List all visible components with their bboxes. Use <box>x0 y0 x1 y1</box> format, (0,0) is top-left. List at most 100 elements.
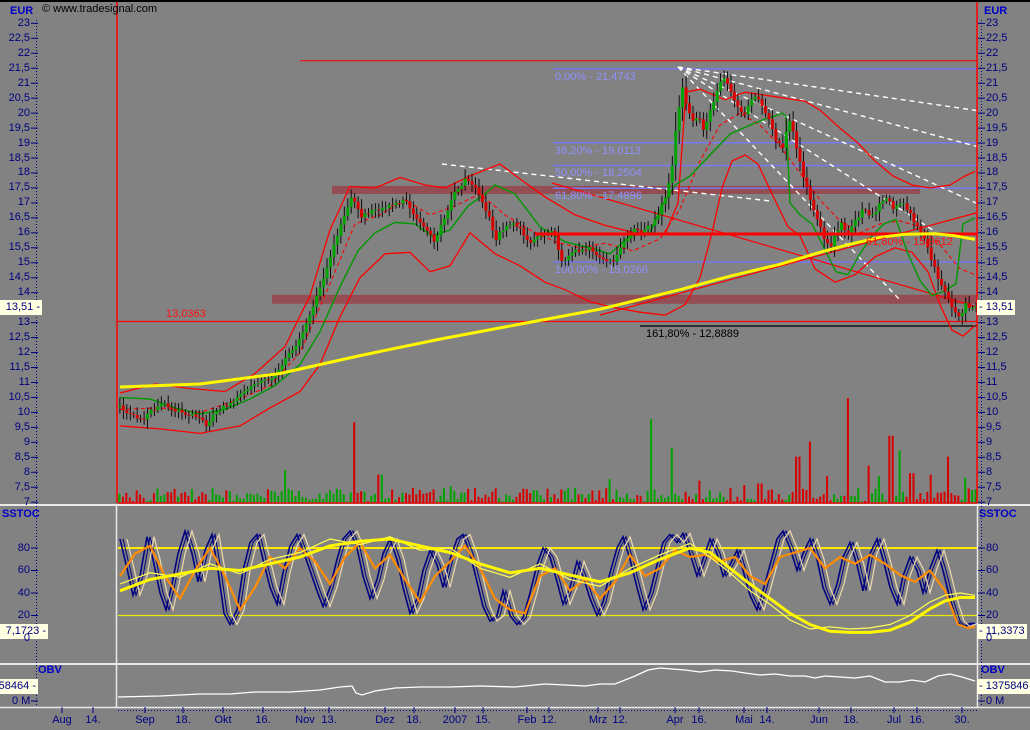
date-axis-label: Okt <box>214 714 231 726</box>
date-axis-label: Apr <box>666 714 683 726</box>
date-axis-label: 15. <box>475 714 490 726</box>
price-axis-label-left: 18 <box>0 166 30 179</box>
price-axis-label-left: 8 <box>0 466 30 479</box>
date-axis-label: 16. <box>255 714 270 726</box>
price-axis-label-right: 10 <box>986 406 998 419</box>
date-axis-label: 18. <box>175 714 190 726</box>
price-axis-label-right: 11 <box>986 376 997 389</box>
price-axis-label-left: 11,5 <box>0 361 30 374</box>
fib-blue-label-1: 38,20% - 19,0113 <box>555 145 641 158</box>
price-axis-label-right: 20,5 <box>986 92 1007 105</box>
obv-pane[interactable] <box>118 666 977 707</box>
price-axis-label-left: 15,5 <box>0 241 30 254</box>
price-axis-label-left: 23 <box>0 17 30 30</box>
price-axis-label-left: 16,5 <box>0 211 30 224</box>
price-axis-label-left: 8,5 <box>0 451 30 464</box>
price-axis-label-left: 10,5 <box>0 391 30 404</box>
date-axis-label: 12. <box>612 714 627 726</box>
price-axis-label-right: 9 <box>986 436 992 449</box>
price-axis-label-right: 19,5 <box>986 122 1007 135</box>
price-axis-label-left: 18,5 <box>0 152 30 165</box>
price-axis-label-left: 21 <box>0 77 30 90</box>
price-axis-label-right: 21,5 <box>986 62 1007 75</box>
price-value-box-left: 13,51 - <box>0 300 42 315</box>
price-axis-label-left: 19,5 <box>0 122 30 135</box>
price-pane[interactable] <box>118 2 977 503</box>
date-axis-label: Jun <box>810 714 828 726</box>
price-axis-label-left: 17 <box>0 196 30 209</box>
obv-zero-label-right: 0 M <box>986 695 1004 708</box>
price-axis-label-left: 10 <box>0 406 30 419</box>
date-axis-label: Nov <box>295 714 315 726</box>
obv-panel-label-right: OBV <box>981 664 1005 677</box>
price-axis-label-right: 7,5 <box>986 481 1001 494</box>
price-axis-label-left: 14,5 <box>0 271 30 284</box>
date-axis-label: Sep <box>135 714 155 726</box>
sstoc-axis-label-right: 20 <box>986 609 998 622</box>
date-axis-label: Mrz <box>589 714 607 726</box>
price-axis-label-right: 8,5 <box>986 451 1001 464</box>
date-axis-label: 14. <box>85 714 100 726</box>
obv-value-box-right: - 1375846 <box>977 679 1030 694</box>
price-axis-label-right: 15,5 <box>986 241 1007 254</box>
price-axis-label-right: 12 <box>986 346 998 359</box>
sstoc-value-box-right: - 11,3373 <box>977 624 1027 639</box>
price-axis-label-left: 16 <box>0 226 30 239</box>
price-axis-label-right: 13 <box>986 316 998 329</box>
price-axis-label-right: 9,5 <box>986 421 1001 434</box>
price-value-box-right: - 13,51 <box>977 300 1015 315</box>
price-axis-label-right: 22 <box>986 47 998 60</box>
sstoc-panel-label-right: SSTOC <box>979 508 1017 521</box>
date-axis-label: 30. <box>954 714 969 726</box>
price-axis-label-left: 19 <box>0 137 30 150</box>
price-axis-label-left: 11 <box>0 376 30 389</box>
price-axis-label-right: 16,5 <box>986 211 1007 224</box>
sstoc-pane[interactable] <box>118 507 977 663</box>
date-axis-label: Feb <box>518 714 537 726</box>
date-axis-label: 14. <box>759 714 774 726</box>
sstoc-axis-label-left: 60 <box>0 564 30 577</box>
price-axis-label-left: 12 <box>0 346 30 359</box>
fib-red-618-label: 61,80% - 15,9612 <box>866 236 953 249</box>
sstoc-axis-label-left: 80 <box>0 542 30 555</box>
fib-blue-label-3: 61,80% - 17,4896 <box>555 190 642 203</box>
price-axis-label-right: 20 <box>986 107 998 120</box>
obv-panel-label-left: OBV <box>38 664 62 677</box>
date-axis-label: 16. <box>909 714 924 726</box>
price-axis-label-left: 22,5 <box>0 32 30 45</box>
price-axis-label-left: 9,5 <box>0 421 30 434</box>
price-axis-label-left: 15 <box>0 256 30 269</box>
price-axis-label-right: 12,5 <box>986 331 1007 344</box>
fib-blue-label-0: 0,00% - 21,4743 <box>555 71 636 84</box>
alert-line-label: 13,0363 <box>166 308 206 321</box>
price-axis-label-left: 9 <box>0 436 30 449</box>
price-axis-label-right: 19 <box>986 137 998 150</box>
price-axis-label-left: 7,5 <box>0 481 30 494</box>
price-axis-label-right: 21 <box>986 77 998 90</box>
fib-blue-label-4: 100,00% - 15,0266 <box>555 264 648 277</box>
sstoc-axis-label-left: 40 <box>0 587 30 600</box>
price-axis-label-right: 14,5 <box>986 271 1007 284</box>
date-axis-label: 16. <box>691 714 706 726</box>
price-axis-label-right: 16 <box>986 226 998 239</box>
fib-blue-label-2: 50,00% - 18,2504 <box>555 167 642 180</box>
date-axis-label: Jul <box>887 714 901 726</box>
sstoc-axis-label-right: 40 <box>986 587 998 600</box>
date-axis-label: 18. <box>406 714 421 726</box>
price-axis-label-right: 7 <box>986 496 992 509</box>
price-axis-label-right: 18 <box>986 166 998 179</box>
price-axis-label-left: 7 <box>0 496 30 509</box>
price-axis-label-left: 21,5 <box>0 62 30 75</box>
date-axis-label: 18. <box>843 714 858 726</box>
price-axis-label-right: 15 <box>986 256 998 269</box>
sstoc-axis-label-right: 0 <box>986 632 992 645</box>
price-axis-label-right: 10,5 <box>986 391 1007 404</box>
watermark: © www.tradesignal.com <box>42 3 157 16</box>
sstoc-axis-label-left: 20 <box>0 609 30 622</box>
trading-chart-window: EUR EUR © www.tradesignal.com SSTOC SSTO… <box>0 0 1030 730</box>
price-axis-label-right: 22,5 <box>986 32 1007 45</box>
date-axis-label: Mai <box>735 714 753 726</box>
price-axis-label-right: 23 <box>986 17 998 30</box>
date-axis-label: 12. <box>541 714 556 726</box>
sstoc-axis-label-left: 0 <box>0 632 30 645</box>
